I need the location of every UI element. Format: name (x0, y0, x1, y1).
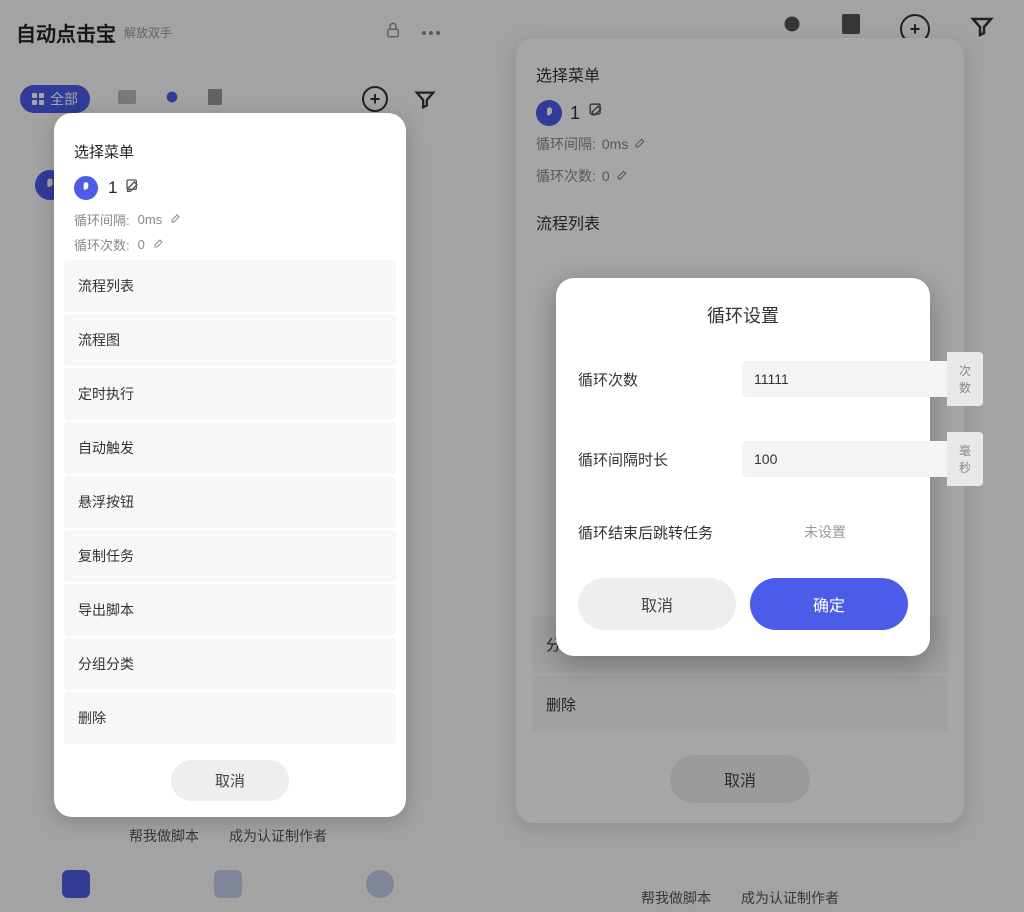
loop-count-label: 循环次数 (578, 369, 638, 390)
count-label: 循环次数: (74, 235, 130, 254)
menu-item-group[interactable]: 分组分类 (64, 638, 396, 690)
menu-item-float-button[interactable]: 悬浮按钮 (64, 476, 396, 528)
panel-right: + 选择菜单 1 循环间隔: 0ms 循环次数: 0 流程列表 (456, 0, 1024, 912)
panel-left: 自动点击宝 解放双手 全部 + 帮我做脚本 (0, 0, 456, 912)
menu-item-flow-chart[interactable]: 流程图 (64, 314, 396, 366)
edit-interval-icon[interactable] (170, 212, 182, 227)
edit-name-icon[interactable] (125, 178, 141, 199)
task-number: 1 (108, 178, 117, 198)
loop-interval-input[interactable] (742, 441, 947, 477)
menu-item-delete[interactable]: 删除 (64, 692, 396, 744)
modal-title: 选择菜单 (64, 131, 396, 176)
loop-jump-select[interactable]: 未设置 (742, 512, 908, 552)
loop-confirm-button[interactable]: 确定 (750, 578, 908, 630)
loop-count-unit: 次数 (947, 352, 983, 406)
count-value: 0 (138, 237, 145, 252)
loop-interval-label: 循环间隔时长 (578, 449, 668, 470)
loop-row-interval: 循环间隔时长 毫秒 (578, 432, 908, 486)
task-icon (74, 176, 98, 200)
menu-item-copy-task[interactable]: 复制任务 (64, 530, 396, 582)
loop-row-jump: 循环结束后跳转任务 未设置 (578, 512, 908, 552)
interval-value: 0ms (138, 212, 163, 227)
loop-count-input[interactable] (742, 361, 947, 397)
menu-item-auto-trigger[interactable]: 自动触发 (64, 422, 396, 474)
loop-settings-modal: 循环设置 循环次数 次数 循环间隔时长 毫秒 循环结束后跳转任务 未设置 取消 … (556, 278, 930, 656)
loop-row-count: 循环次数 次数 (578, 352, 908, 406)
loop-jump-label: 循环结束后跳转任务 (578, 522, 713, 543)
modal-info: 1 循环间隔: 0ms 循环次数: 0 (64, 176, 396, 260)
menu-item-export-script[interactable]: 导出脚本 (64, 584, 396, 636)
edit-count-icon[interactable] (153, 237, 165, 252)
interval-label: 循环间隔: (74, 210, 130, 229)
cancel-button[interactable]: 取消 (171, 760, 289, 801)
menu-list: 流程列表 流程图 定时执行 自动触发 悬浮按钮 复制任务 导出脚本 分组分类 删… (64, 260, 396, 744)
loop-title: 循环设置 (578, 302, 908, 328)
menu-item-flow-list[interactable]: 流程列表 (64, 260, 396, 312)
menu-item-scheduled[interactable]: 定时执行 (64, 368, 396, 420)
loop-cancel-button[interactable]: 取消 (578, 578, 736, 630)
menu-modal: 选择菜单 1 循环间隔: 0ms 循环次数: 0 流程列表 流程图 定时执行 自… (54, 113, 406, 817)
loop-interval-unit: 毫秒 (947, 432, 983, 486)
